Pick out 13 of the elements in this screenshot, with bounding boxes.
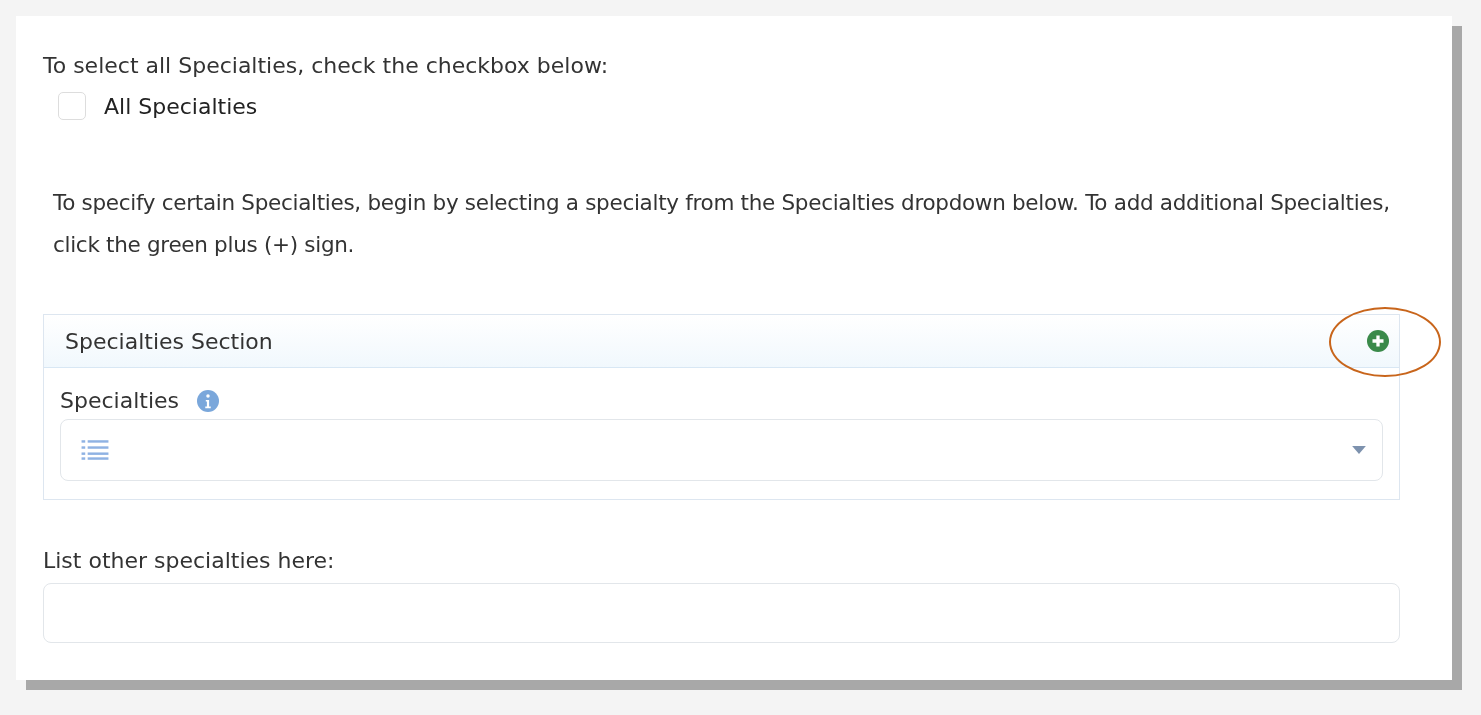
section-title: Specialties Section	[65, 328, 273, 354]
caret-icon	[1352, 446, 1366, 454]
checkbox-label[interactable]: All Specialties	[104, 93, 258, 119]
specialties-dropdown[interactable]	[60, 419, 1383, 481]
checkbox[interactable]	[58, 92, 86, 120]
instruction-paragraph: To specify certain Specialties, begin by selecting a specialty from the Specialties dropdown below. To add additional Specialties, click the green plus (+) sign.	[53, 189, 1391, 259]
add-icon[interactable]	[1367, 330, 1389, 352]
list-icon	[81, 439, 109, 461]
info-icon[interactable]	[197, 389, 219, 412]
input-field[interactable]	[43, 583, 1400, 643]
field-label: List other specialties here:	[43, 548, 336, 573]
instruction-text: To select all Specialties, check the checkbox below:	[43, 52, 610, 80]
field-label: Specialties	[60, 388, 179, 413]
